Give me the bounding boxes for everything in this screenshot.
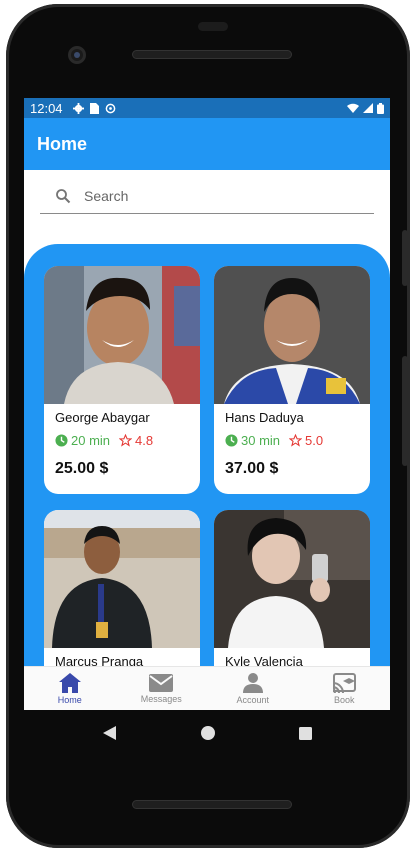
home-circle-icon[interactable] (200, 726, 215, 740)
nav-label: Account (236, 694, 270, 705)
nav-label: Book (333, 694, 355, 705)
tutor-name: Hans Daduya (225, 410, 304, 425)
signal-icon (363, 103, 373, 113)
cast-icon (333, 672, 357, 693)
gear-icon (72, 102, 84, 114)
wifi-icon (347, 103, 359, 113)
nav-book[interactable]: Book (299, 667, 391, 710)
rating-text: 4.8 (135, 433, 154, 448)
bottom-navigation: Home Messages Account Book (24, 666, 390, 710)
rating-text: 5.0 (305, 433, 324, 448)
sync-icon (105, 103, 115, 113)
back-icon[interactable] (102, 726, 117, 740)
nav-label: Messages (140, 693, 182, 704)
tutor-name: George Abaygar (55, 410, 150, 425)
bottom-speaker (132, 800, 292, 809)
clock-icon (55, 434, 68, 447)
duration-text: 20 min (71, 433, 111, 448)
home-icon (58, 672, 81, 693)
search-bar[interactable] (40, 178, 374, 214)
volume-button (402, 230, 408, 286)
search-icon (48, 188, 78, 204)
app-screen: 12:04 Home Search George Abaygar 20 min … (24, 98, 390, 710)
earpiece-speaker (132, 50, 292, 59)
price-text: 37.00 $ (225, 460, 279, 477)
tutor-photo (44, 510, 200, 648)
recents-icon[interactable] (298, 726, 312, 740)
tutor-photo (214, 510, 370, 648)
status-bar: 12:04 (24, 98, 390, 118)
nav-label: Home (57, 694, 82, 705)
nav-account[interactable]: Account (207, 667, 299, 710)
star-icon (119, 434, 133, 447)
proximity-sensor (198, 22, 228, 31)
price-text: 25.00 $ (55, 460, 109, 477)
tutor-card[interactable]: George Abaygar 20 min 4.8 25.00 $ (44, 266, 200, 494)
status-time: 12:04 (30, 100, 63, 116)
tutor-photo (214, 266, 370, 404)
duration-text: 30 min (241, 433, 281, 448)
mail-icon (149, 673, 174, 692)
tutor-photo (44, 266, 200, 404)
star-icon (289, 434, 303, 447)
search-input[interactable] (84, 187, 344, 204)
power-button (402, 356, 408, 466)
system-navigation (24, 712, 390, 754)
featured-panel: George Abaygar 20 min 4.8 25.00 $ Hans D… (24, 244, 390, 710)
front-camera-icon (68, 46, 86, 64)
clock-icon (225, 434, 238, 447)
nav-home[interactable]: Home (24, 667, 116, 710)
battery-icon (377, 102, 384, 114)
person-icon (242, 672, 263, 693)
page-title: Home (37, 133, 88, 154)
sim-card-icon (89, 102, 99, 114)
tutor-card[interactable]: Hans Daduya 30 min 5.0 37.00 $ (214, 266, 370, 494)
app-bar: Home (24, 118, 390, 170)
nav-messages[interactable]: Messages (116, 667, 208, 710)
